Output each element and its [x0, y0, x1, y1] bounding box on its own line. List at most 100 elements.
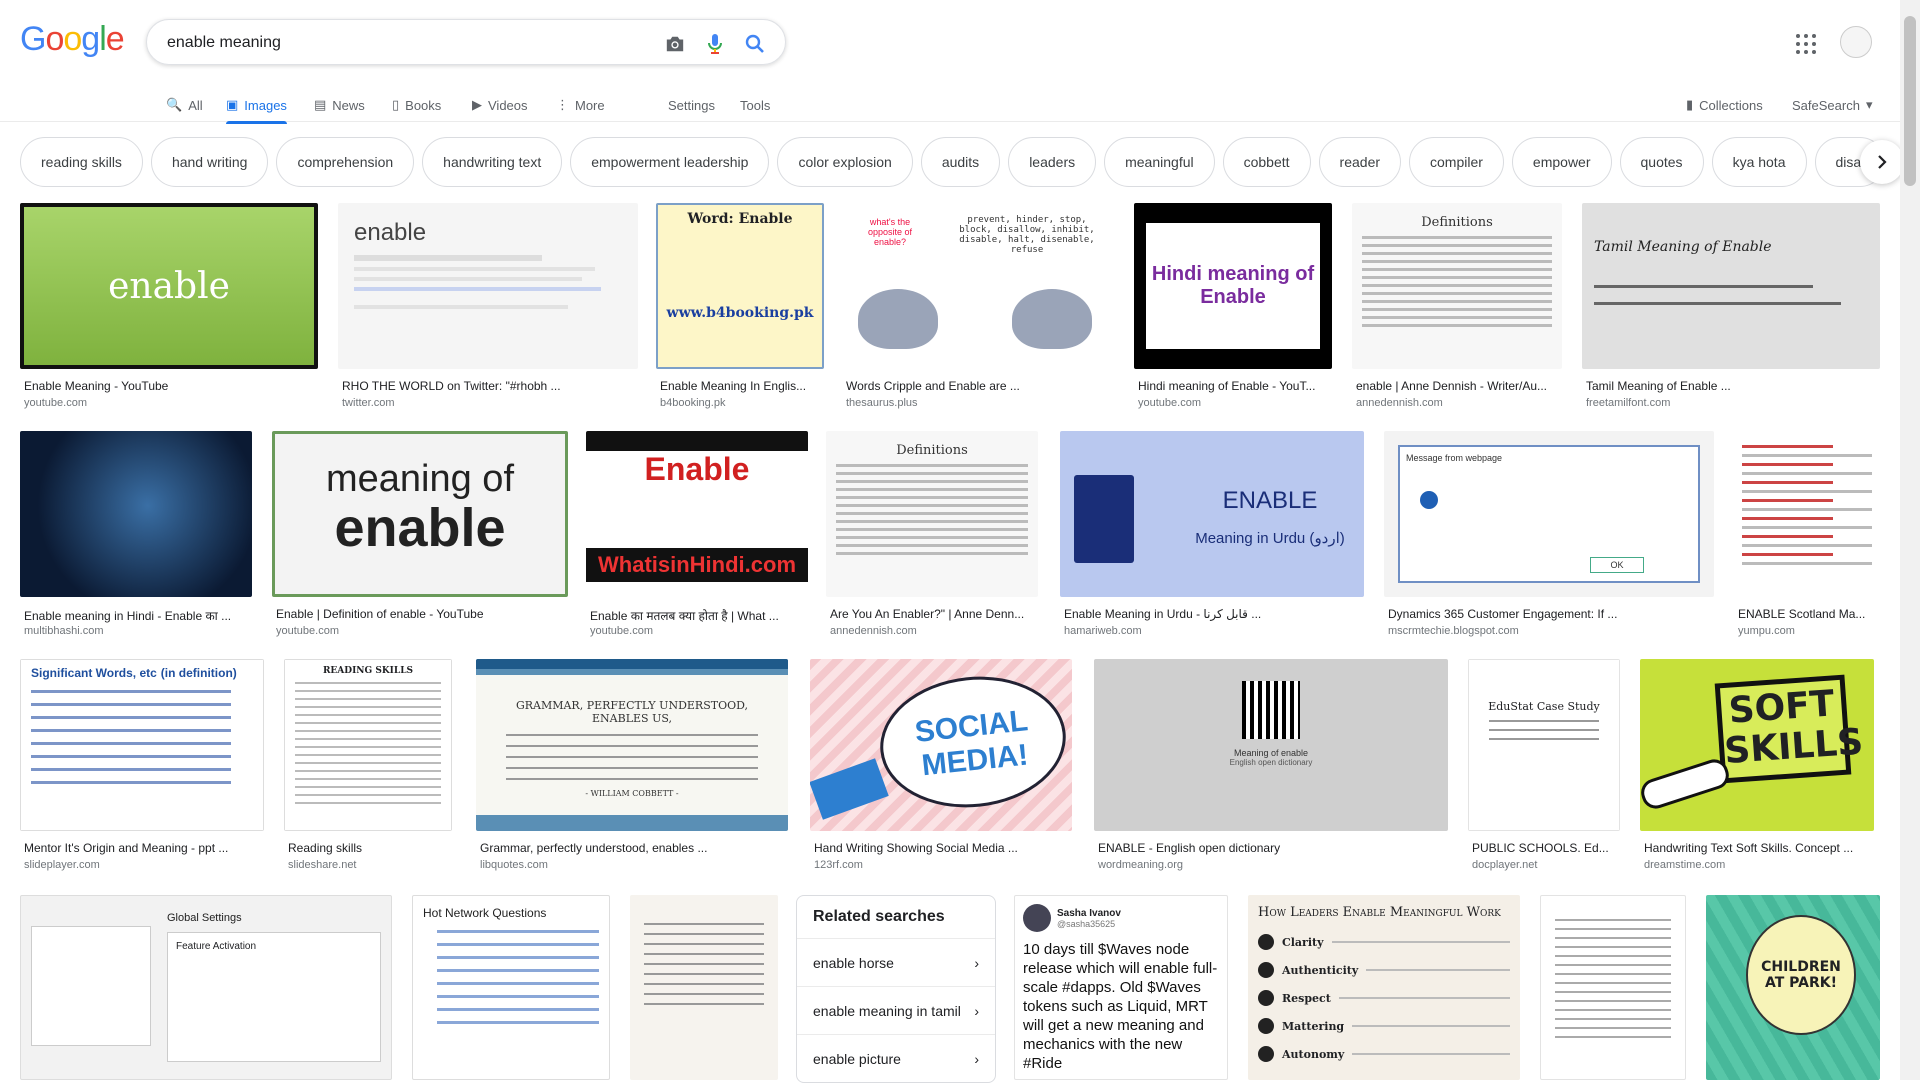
chip[interactable]: color explosion [777, 137, 913, 187]
result-source[interactable]: freetamilfont.com [1586, 397, 1670, 409]
result-thumbnail[interactable]: Hot Network Questions [412, 895, 610, 1080]
result-thumbnail[interactable] [1540, 895, 1686, 1080]
image-result[interactable]: ENABLE Scotland Ma... yumpu.com [1734, 431, 1880, 649]
image-result[interactable]: Definitions enable | Anne Dennish - Writ… [1352, 203, 1562, 421]
result-source[interactable]: libquotes.com [480, 859, 548, 871]
image-result[interactable]: Hot Network Questions [412, 895, 610, 1085]
chip[interactable]: reader [1318, 137, 1402, 187]
chip[interactable]: handwriting text [422, 137, 563, 187]
image-result[interactable]: Tamil Meaning of Enable Tamil Meaning of… [1582, 203, 1880, 421]
image-result[interactable]: Enable meaning in Hindi - Enable का ... … [20, 431, 252, 649]
scrollbar[interactable] [1900, 0, 1920, 1080]
result-source[interactable]: multibhashi.com [24, 625, 103, 637]
image-result[interactable]: Message from webpage OK Dynamics 365 Cust… [1384, 431, 1714, 649]
result-title[interactable]: Are You An Enabler?" | Anne Denn... [830, 607, 1038, 621]
result-thumbnail[interactable]: Definitions [826, 431, 1038, 597]
chip[interactable]: empowerment leadership [570, 137, 770, 187]
chip[interactable]: comprehension [276, 137, 415, 187]
result-title[interactable]: ENABLE Scotland Ma... [1738, 607, 1880, 621]
image-result[interactable]: READING SKILLS Reading skills slideshare… [284, 659, 452, 883]
microphone-icon[interactable] [703, 32, 727, 56]
result-title[interactable]: Enable meaning in Hindi - Enable का ... [24, 607, 252, 624]
search-icon[interactable] [743, 32, 767, 56]
result-source[interactable]: annedennish.com [830, 625, 917, 637]
result-title[interactable]: RHO THE WORLD on Twitter: "#rhobh ... [342, 379, 638, 393]
result-thumbnail[interactable] [630, 895, 778, 1080]
result-thumbnail[interactable]: READING SKILLS [284, 659, 452, 831]
image-result[interactable]: SOCIAL MEDIA! Hand Writing Showing Social… [810, 659, 1072, 883]
tab-more[interactable]: ⋮ More [556, 90, 605, 120]
result-thumbnail[interactable]: Definitions [1352, 203, 1562, 369]
related-search-item[interactable]: enable meaning in tamil › [797, 987, 995, 1035]
image-result[interactable]: SOFT SKILLS Handwriting Text Soft Skills.… [1640, 659, 1874, 883]
result-source[interactable]: slideshare.net [288, 859, 357, 871]
result-source[interactable]: 123rf.com [814, 859, 863, 871]
result-source[interactable]: annedennish.com [1356, 397, 1443, 409]
result-thumbnail[interactable]: How Leaders Enable Meaningful Work Clari… [1248, 895, 1520, 1080]
image-result[interactable]: Meaning of enable English open dictionary… [1094, 659, 1448, 883]
result-source[interactable]: youtube.com [276, 625, 339, 637]
tab-images[interactable]: ▣ Images [226, 90, 287, 124]
related-search-item[interactable]: enable picture › [797, 1035, 995, 1082]
image-result[interactable]: Global Settings Feature Activation [20, 895, 392, 1085]
chip[interactable]: compiler [1409, 137, 1504, 187]
result-source[interactable]: docplayer.net [1472, 859, 1537, 871]
result-title[interactable]: Dynamics 365 Customer Engagement: If ... [1388, 607, 1714, 621]
chip[interactable]: cobbett [1222, 137, 1311, 187]
chip[interactable]: quotes [1619, 137, 1704, 187]
search-box[interactable] [146, 19, 786, 65]
image-result[interactable]: How Leaders Enable Meaningful Work Clari… [1248, 895, 1520, 1085]
result-source[interactable]: mscrmtechie.blogspot.com [1388, 625, 1519, 637]
result-title[interactable]: enable | Anne Dennish - Writer/Au... [1356, 379, 1562, 393]
image-result[interactable]: GRAMMAR, PERFECTLY UNDERSTOOD, ENABLES U… [476, 659, 788, 883]
result-title[interactable]: Reading skills [288, 841, 452, 855]
chip[interactable]: reading skills [20, 137, 143, 187]
image-result[interactable]: Sasha Ivanov @sasha35625 10 days till $Wa… [1014, 895, 1228, 1085]
result-source[interactable]: wordmeaning.org [1098, 859, 1183, 871]
image-result[interactable]: EduStat Case Study PUBLIC SCHOOLS. Ed...… [1468, 659, 1620, 883]
result-thumbnail[interactable]: Meaning of enable English open dictionary [1094, 659, 1448, 831]
result-thumbnail[interactable]: Significant Words, etc (in definition) [20, 659, 264, 831]
image-result[interactable]: Word: Enable www.b4booking.pk Enable Mean… [656, 203, 824, 421]
result-title[interactable]: Enable का मतलब क्या होता है | What ... [590, 607, 808, 624]
result-title[interactable]: Handwriting Text Soft Skills. Concept ..… [1644, 841, 1874, 855]
image-result[interactable] [1540, 895, 1686, 1085]
image-result[interactable]: what's the opposite of enable? prevent, h… [842, 203, 1114, 421]
image-result[interactable]: enable RHO THE WORLD on Twitter: "#rhobh… [338, 203, 638, 421]
result-thumbnail[interactable]: enable [338, 203, 638, 369]
chip[interactable]: empower [1511, 137, 1612, 187]
image-result[interactable] [630, 895, 778, 1085]
result-title[interactable]: Hindi meaning of Enable - YouT... [1138, 379, 1332, 393]
result-thumbnail[interactable]: enable [20, 203, 318, 369]
result-thumbnail[interactable]: Sasha Ivanov @sasha35625 10 days till $Wa… [1014, 895, 1228, 1080]
chip[interactable]: hand writing [150, 137, 269, 187]
avatar[interactable] [1840, 26, 1872, 58]
collections-button[interactable]: ▮ Collections [1686, 90, 1763, 120]
google-logo[interactable]: Google [20, 20, 125, 59]
scrollbar-thumb[interactable] [1904, 16, 1916, 186]
result-title[interactable]: Enable | Definition of enable - YouTube [276, 607, 568, 621]
result-thumbnail[interactable]: GRAMMAR, PERFECTLY UNDERSTOOD, ENABLES U… [476, 659, 788, 831]
result-thumbnail[interactable]: EduStat Case Study [1468, 659, 1620, 831]
result-title[interactable]: Enable Meaning - YouTube [24, 379, 318, 393]
result-source[interactable]: youtube.com [1138, 397, 1201, 409]
apps-grid-icon[interactable] [1794, 32, 1818, 56]
result-title[interactable]: Mentor It's Origin and Meaning - ppt ... [24, 841, 264, 855]
result-source[interactable]: b4booking.pk [660, 397, 725, 409]
image-result[interactable]: CHILDREN AT PARK! [1706, 895, 1880, 1085]
result-thumbnail[interactable]: CHILDREN AT PARK! [1706, 895, 1880, 1080]
chip[interactable]: kya hota [1711, 137, 1807, 187]
image-result[interactable]: Definitions Are You An Enabler?" | Anne … [826, 431, 1038, 649]
tab-tools[interactable]: Tools [740, 90, 770, 120]
result-source[interactable]: yumpu.com [1738, 625, 1795, 637]
result-thumbnail[interactable] [1734, 431, 1880, 597]
result-thumbnail[interactable]: Tamil Meaning of Enable [1582, 203, 1880, 369]
tab-books[interactable]: ▯ Books [392, 90, 441, 120]
image-result[interactable]: ENABLE Meaning in Urdu (اردو) Enable Mean… [1060, 431, 1364, 649]
result-source[interactable]: slideplayer.com [24, 859, 100, 871]
tab-settings[interactable]: Settings [668, 90, 715, 120]
result-thumbnail[interactable]: Enable WhatisinHindi.com [586, 431, 808, 597]
result-source[interactable]: youtube.com [24, 397, 87, 409]
tab-news[interactable]: ▤ News [314, 90, 365, 120]
image-result[interactable]: meaning of enable Enable | Definition of … [272, 431, 568, 649]
